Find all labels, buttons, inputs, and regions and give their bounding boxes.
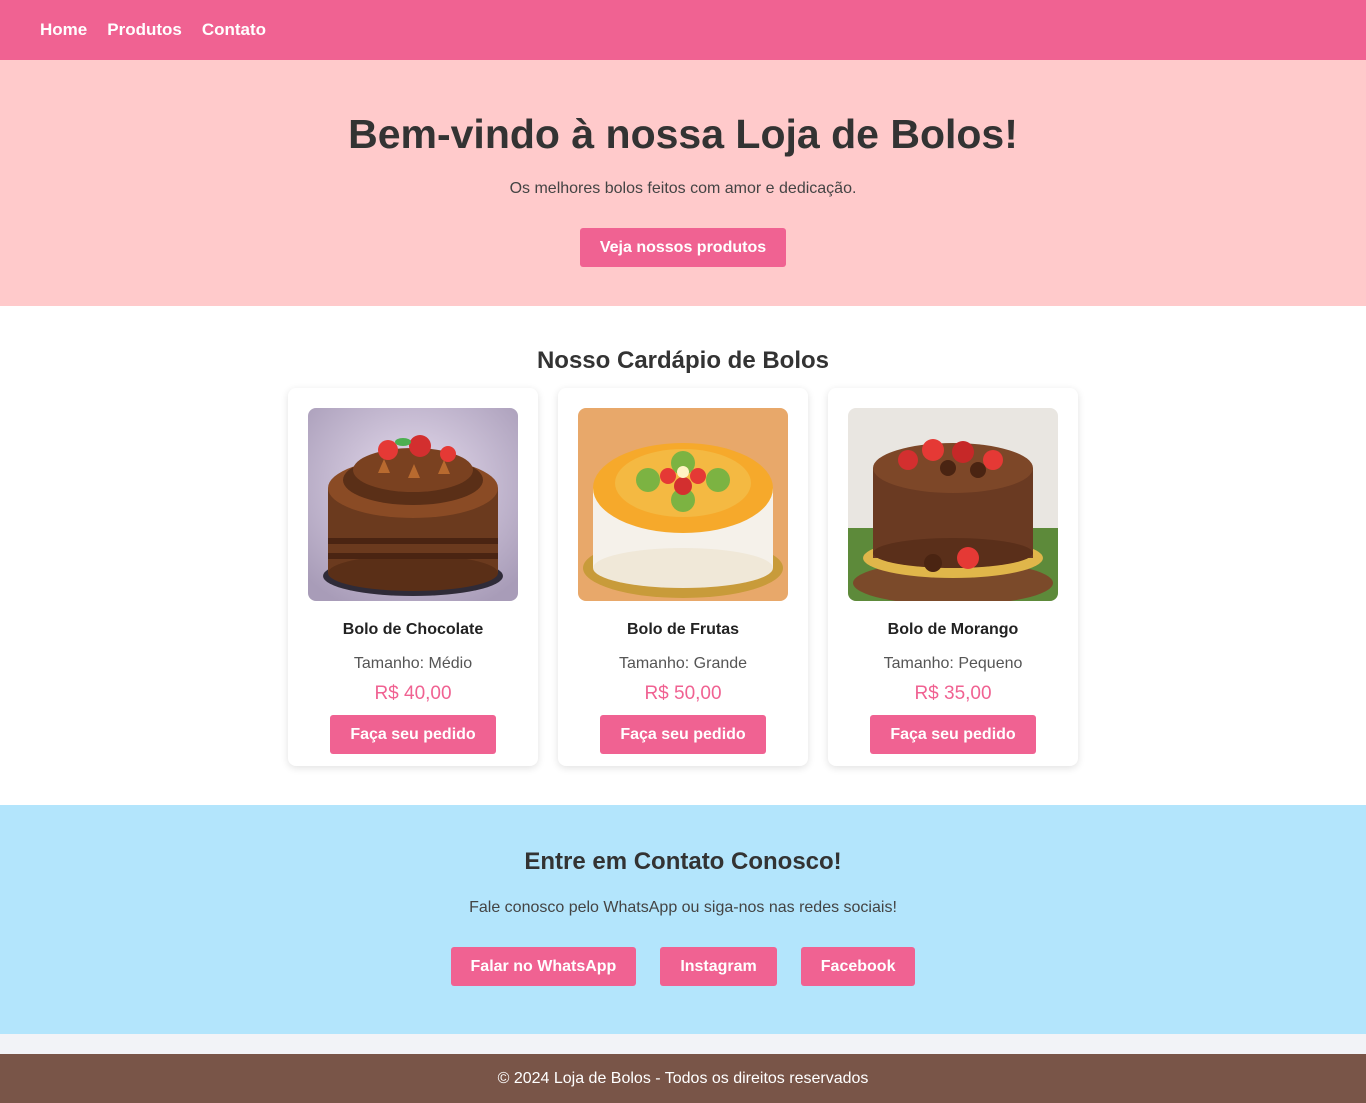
menu-title: Nosso Cardápio de Bolos (536, 347, 830, 374)
order-button[interactable]: Faça seu pedido (600, 715, 766, 754)
cake-cards: Bolo de Chocolate Tamanho: Médio R$ 40,0… (0, 388, 1366, 766)
cake-card-morango: Bolo de Morango Tamanho: Pequeno R$ 35,0… (828, 388, 1078, 766)
hero-subtitle: Os melhores bolos feitos com amor e dedi… (509, 180, 857, 197)
nav-link-home[interactable]: Home (40, 20, 87, 40)
contact-section: Entre em Contato Conosco! Fale conosco p… (0, 805, 1366, 1034)
cake-price: R$ 50,00 (644, 683, 722, 704)
footer: © 2024 Loja de Bolos - Todos os direitos… (0, 1054, 1366, 1103)
cake-card-chocolate: Bolo de Chocolate Tamanho: Médio R$ 40,0… (288, 388, 538, 766)
footer-spacer (0, 1034, 1366, 1054)
footer-text: © 2024 Loja de Bolos - Todos os direitos… (497, 1070, 869, 1087)
social-buttons: Falar no WhatsApp Instagram Facebook (0, 947, 1366, 986)
cake-name: Bolo de Chocolate (342, 621, 484, 638)
chocolate-cake-image (308, 408, 518, 601)
cake-card-frutas: Bolo de Frutas Tamanho: Grande R$ 50,00 … (558, 388, 808, 766)
top-navbar: Home Produtos Contato (0, 0, 1366, 60)
facebook-button[interactable]: Facebook (800, 947, 916, 986)
cake-name: Bolo de Frutas (626, 621, 739, 638)
order-button[interactable]: Faça seu pedido (330, 715, 496, 754)
cake-price: R$ 35,00 (914, 683, 992, 704)
fruit-cake-image (578, 408, 788, 601)
cake-size: Tamanho: Pequeno (883, 655, 1023, 672)
instagram-button[interactable]: Instagram (660, 947, 777, 986)
cake-size: Tamanho: Grande (618, 655, 748, 672)
menu-section: Nosso Cardápio de Bolos Bolo de Chocolat… (0, 306, 1366, 805)
whatsapp-button[interactable]: Falar no WhatsApp (450, 947, 637, 986)
contact-title: Entre em Contato Conosco! (524, 848, 842, 875)
cake-price: R$ 40,00 (374, 683, 452, 704)
hero-section: Bem-vindo à nossa Loja de Bolos! Os melh… (0, 60, 1366, 306)
contact-text: Fale conosco pelo WhatsApp ou siga-nos n… (469, 899, 897, 916)
cake-size: Tamanho: Médio (353, 655, 473, 672)
order-button[interactable]: Faça seu pedido (870, 715, 1036, 754)
nav-link-contato[interactable]: Contato (202, 20, 266, 40)
view-products-button[interactable]: Veja nossos produtos (579, 228, 787, 267)
nav-link-produtos[interactable]: Produtos (107, 20, 182, 40)
strawberry-cake-image (848, 408, 1058, 601)
cake-name: Bolo de Morango (887, 621, 1019, 638)
hero-title: Bem-vindo à nossa Loja de Bolos! (348, 111, 1018, 157)
